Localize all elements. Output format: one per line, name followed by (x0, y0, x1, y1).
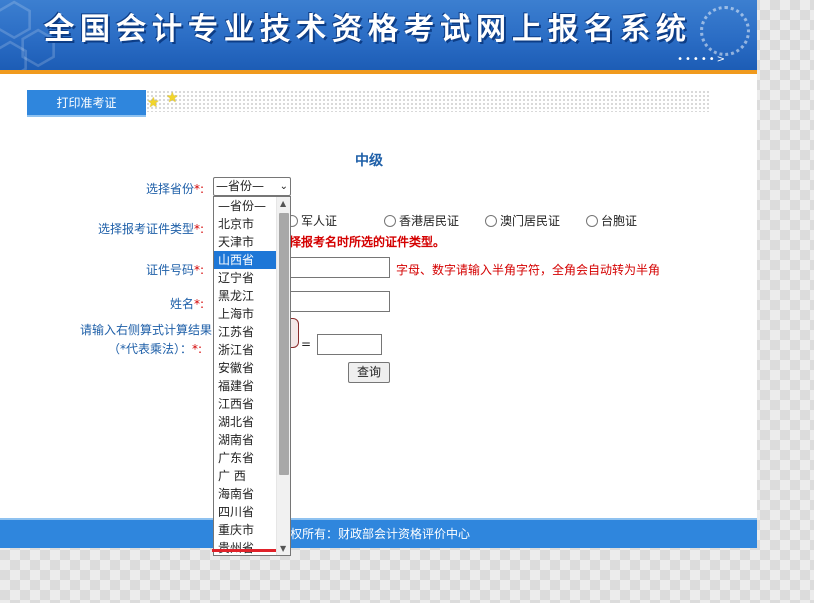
level-heading: 中级 (355, 153, 383, 169)
province-select[interactable]: —省份— ⌄ (213, 177, 291, 196)
dropdown-scrollbar[interactable]: ▲ ▼ (276, 197, 290, 555)
captcha-label: 请输入右侧算式计算结果 (80, 323, 213, 337)
province-option[interactable]: 四川省 (214, 503, 277, 521)
province-option[interactable]: 贵州省 (214, 539, 277, 555)
banner-divider (0, 70, 757, 74)
query-button[interactable]: 查询 (348, 362, 390, 383)
province-option[interactable]: 江西省 (214, 395, 277, 413)
dots-arrow-decor-icon: •••••> (677, 54, 727, 65)
province-option[interactable]: 重庆市 (214, 521, 277, 539)
equals-sign: = (301, 337, 312, 351)
name-input[interactable] (290, 291, 390, 312)
tab-strip-background (146, 90, 711, 112)
scroll-down-arrow-icon[interactable]: ▼ (280, 544, 286, 553)
province-option[interactable]: 广东省 (214, 449, 277, 467)
province-option[interactable]: 天津市 (214, 233, 277, 251)
province-select-value: —省份— (216, 179, 265, 193)
province-option[interactable]: 山西省 (214, 251, 277, 269)
province-option[interactable]: —省份— (214, 197, 277, 215)
gear-decor-icon (700, 6, 750, 56)
scrollbar-thumb[interactable] (279, 213, 289, 475)
id-number-label: 证件号码*: (146, 263, 205, 277)
radio-button[interactable] (586, 215, 598, 227)
id-type-label: 选择报考证件类型*: (98, 222, 205, 236)
id-type-option-military[interactable]: 军人证 (286, 212, 337, 229)
province-option[interactable]: 浙江省 (214, 341, 277, 359)
radio-button[interactable] (384, 215, 396, 227)
print-admission-ticket-tab[interactable]: 打印准考证 (27, 90, 146, 117)
radio-button[interactable] (485, 215, 497, 227)
captcha-label-note: （*代表乘法）：*: (108, 342, 203, 356)
province-dropdown-list[interactable]: —省份— 北京市 天津市 山西省 辽宁省 黑龙江 上海市 江苏省 浙江省 安徽省 福建省 江西省 湖北省… (213, 196, 291, 556)
captcha-image (291, 318, 299, 348)
site-title: 全国会计专业技术资格考试网上报名系统 (44, 12, 692, 47)
site-banner: ⬡ ⬡ ⬡ 全国会计专业技术资格考试网上报名系统 •••••> (0, 0, 757, 73)
scroll-up-arrow-icon[interactable]: ▲ (280, 199, 286, 208)
id-type-option-macau[interactable]: 澳门居民证 (485, 212, 560, 229)
province-option[interactable]: 湖南省 (214, 431, 277, 449)
province-option[interactable]: 福建省 (214, 377, 277, 395)
captcha-answer-input[interactable] (317, 334, 382, 355)
star-icon: ★ (147, 95, 160, 111)
id-type-option-taiwan[interactable]: 台胞证 (586, 212, 637, 229)
province-option[interactable]: 上海市 (214, 305, 277, 323)
red-underline-annotation (212, 549, 276, 552)
id-number-hint: 字母、数字请输入半角字符，全角会自动转为半角 (396, 263, 661, 277)
id-type-option-hongkong[interactable]: 香港居民证 (384, 212, 459, 229)
province-option[interactable]: 北京市 (214, 215, 277, 233)
id-number-input[interactable] (290, 257, 390, 278)
province-option[interactable]: 湖北省 (214, 413, 277, 431)
footer-copyright: 权所有：财政部会计资格评价中心 (290, 527, 471, 541)
province-option[interactable]: 江苏省 (214, 323, 277, 341)
province-option[interactable]: 安徽省 (214, 359, 277, 377)
province-option[interactable]: 海南省 (214, 485, 277, 503)
chevron-down-icon: ⌄ (279, 181, 288, 192)
id-type-warning: 择报考名时所选的证件类型。 (289, 235, 446, 249)
province-option[interactable]: 黑龙江 (214, 287, 277, 305)
province-option[interactable]: 辽宁省 (214, 269, 277, 287)
star-icon: ★ (166, 90, 179, 106)
hexagon-decor-icon: ⬡ (0, 32, 31, 73)
province-option[interactable]: 广 西 (214, 467, 277, 485)
name-label: 姓名*: (170, 297, 205, 311)
province-label: 选择省份*: (146, 182, 205, 196)
